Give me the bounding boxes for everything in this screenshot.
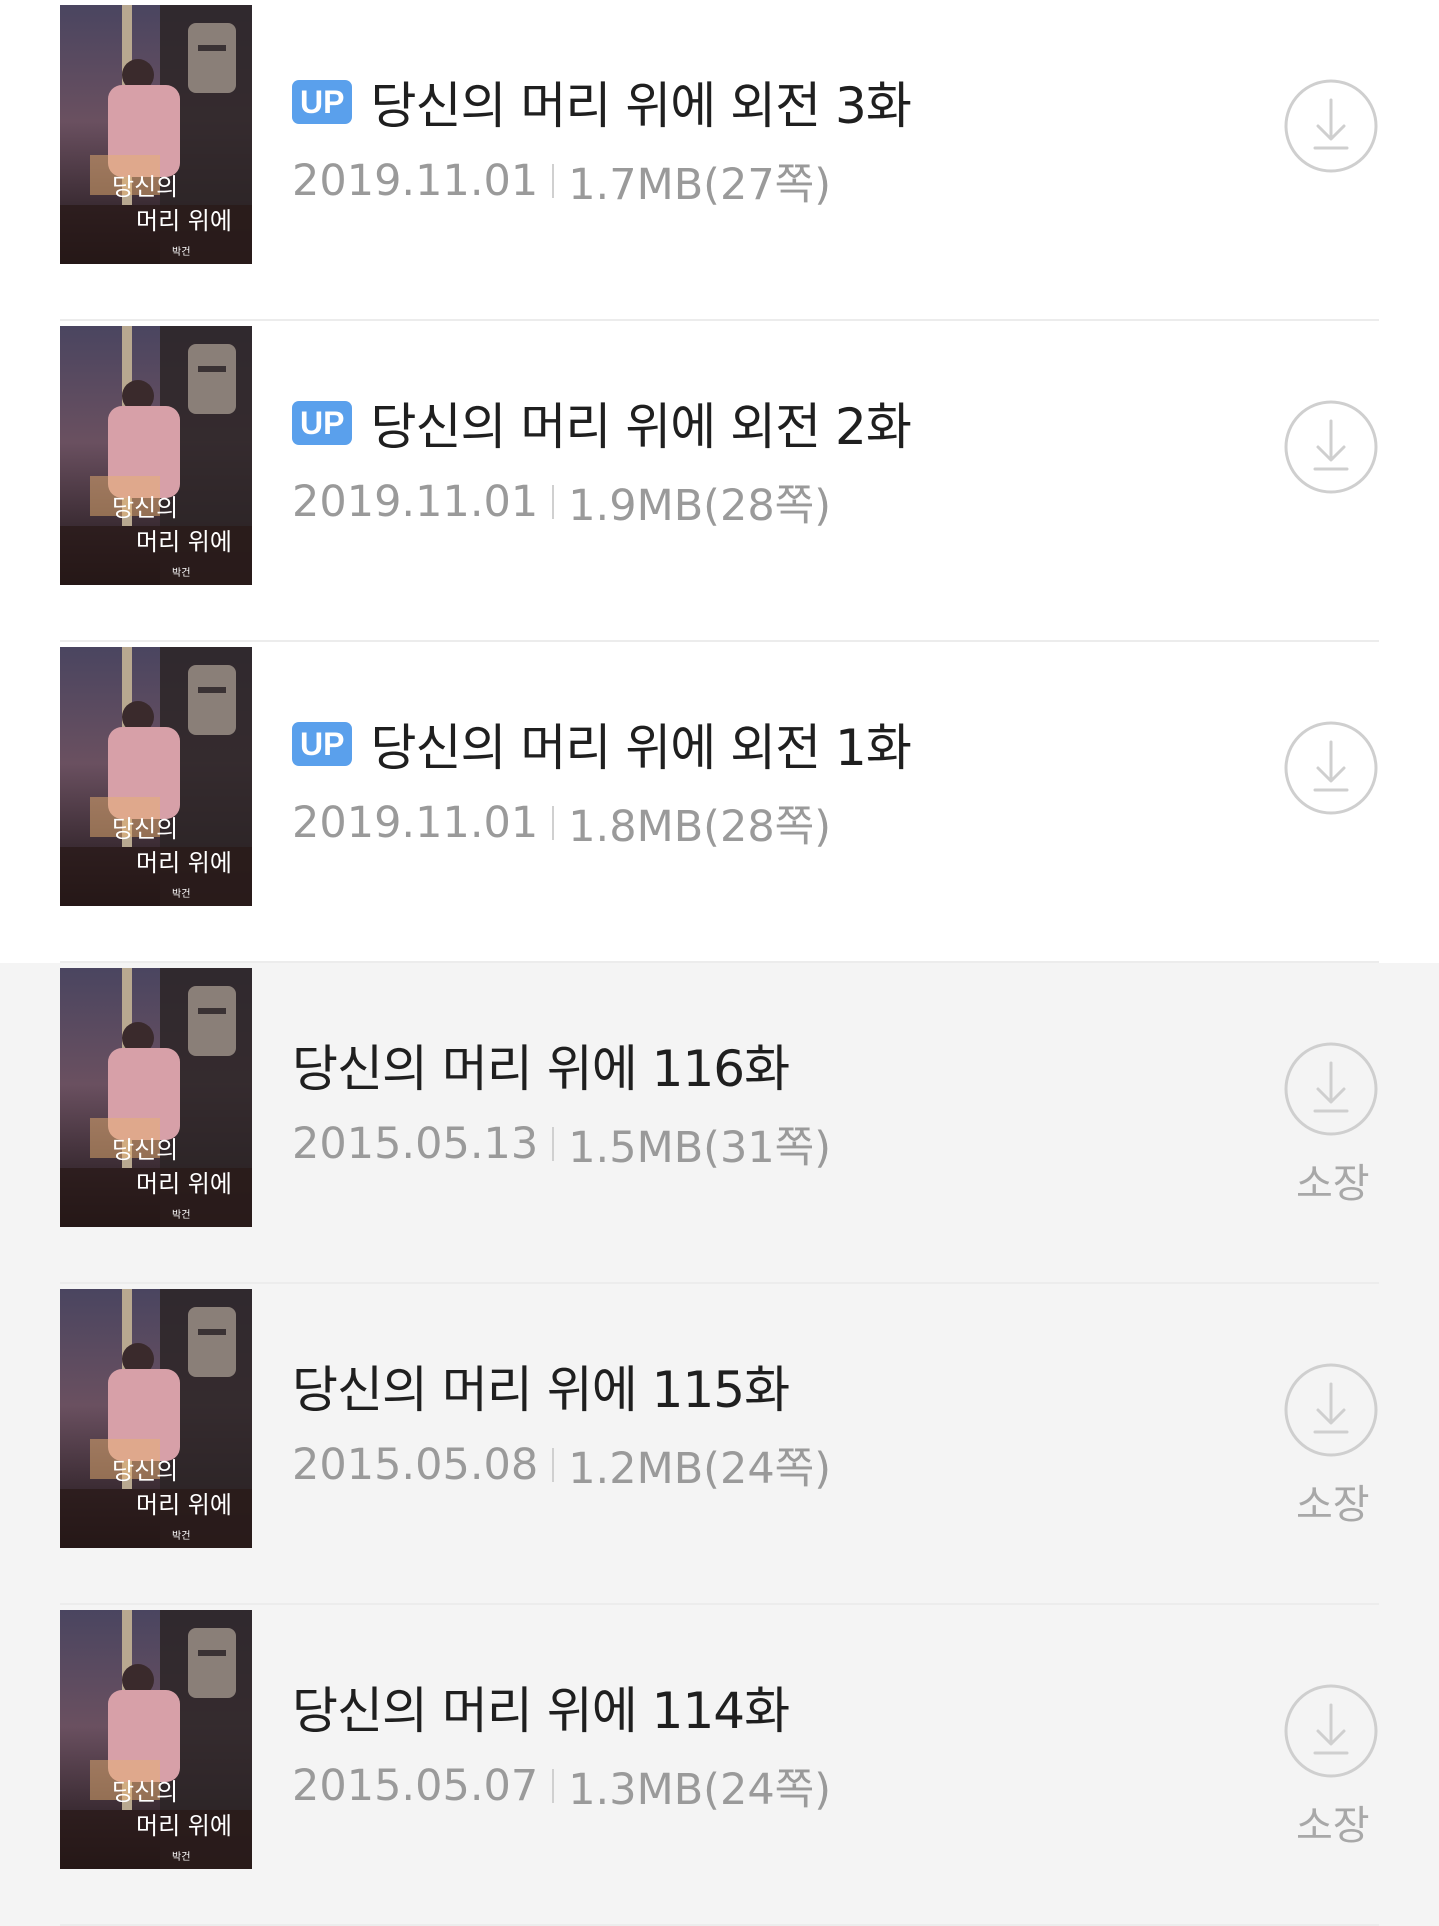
episode-date: 2019.11.01 bbox=[292, 156, 539, 206]
cover-author: 박건 bbox=[172, 246, 190, 258]
episode-title-line: UP 당신의 머리 위에 외전 1화 bbox=[292, 714, 912, 777]
download-button[interactable] bbox=[1283, 1683, 1379, 1779]
episode-title-line: UP 당신의 머리 위에 외전 2화 bbox=[292, 393, 912, 456]
episode-size: 1.2MB(24쪽) bbox=[568, 1444, 832, 1494]
episode-meta: 2019.11.01 1.9MB(28쪽) bbox=[292, 471, 831, 533]
cover-title-line2: 머리 위에 bbox=[136, 1170, 232, 1198]
download-button[interactable] bbox=[1283, 1362, 1379, 1458]
cover-author: 박건 bbox=[172, 1530, 190, 1542]
episode-title: 당신의 머리 위에 외전 1화 bbox=[370, 719, 911, 777]
episode-size: 1.7MB(27쪽) bbox=[568, 160, 832, 210]
episode-title-line: 당신의 머리 위에 115화 bbox=[292, 1356, 790, 1419]
download-arrow-circle-icon bbox=[1284, 721, 1378, 815]
download-button[interactable] bbox=[1283, 399, 1379, 495]
episode-row-3[interactable]: 당신의 머리 위에 박건 UP 당신의 머리 위에 외전 1화 2019.11.… bbox=[0, 642, 1439, 963]
episode-list: 당신의 머리 위에 박건 UP 당신의 머리 위에 외전 3화 2019.11.… bbox=[0, 0, 1439, 1926]
episode-date: 2015.05.07 bbox=[292, 1761, 539, 1811]
episode-row-6[interactable]: 당신의 머리 위에 박건 당신의 머리 위에 114화 2015.05.07 1… bbox=[0, 1605, 1439, 1926]
download-button[interactable] bbox=[1283, 720, 1379, 816]
meta-divider bbox=[552, 806, 555, 840]
download-button[interactable] bbox=[1283, 78, 1379, 174]
episode-meta: 2019.11.01 1.8MB(28쪽) bbox=[292, 792, 831, 854]
download-arrow-circle-icon bbox=[1284, 1042, 1378, 1136]
cover-title-line1: 당신의 bbox=[112, 173, 178, 201]
cover-title-line1: 당신의 bbox=[112, 494, 178, 522]
cover-author: 박건 bbox=[172, 1209, 190, 1221]
episode-row-5[interactable]: 당신의 머리 위에 박건 당신의 머리 위에 115화 2015.05.08 1… bbox=[0, 1284, 1439, 1605]
cover-title-line1: 당신의 bbox=[112, 815, 178, 843]
episode-title: 당신의 머리 위에 114화 bbox=[292, 1682, 790, 1740]
up-badge: UP bbox=[292, 722, 353, 766]
episode-title-line: 당신의 머리 위에 114화 bbox=[292, 1677, 790, 1740]
owned-status: 소장 bbox=[1296, 1482, 1370, 1528]
meta-divider bbox=[552, 164, 555, 198]
cover-author: 박건 bbox=[172, 567, 190, 579]
cover-thumbnail: 당신의 머리 위에 박건 bbox=[60, 647, 252, 906]
owned-status: 소장 bbox=[1296, 1803, 1370, 1849]
episode-size: 1.9MB(28쪽) bbox=[568, 481, 832, 531]
episode-title: 당신의 머리 위에 116화 bbox=[292, 1040, 790, 1098]
cover-title-line1: 당신의 bbox=[112, 1136, 178, 1164]
meta-divider bbox=[552, 1448, 555, 1482]
cover-title-line2: 머리 위에 bbox=[136, 528, 232, 556]
episode-meta: 2015.05.08 1.2MB(24쪽) bbox=[292, 1434, 831, 1496]
episode-size: 1.3MB(24쪽) bbox=[568, 1765, 832, 1815]
episode-meta: 2015.05.13 1.5MB(31쪽) bbox=[292, 1113, 831, 1175]
cover-title-line2: 머리 위에 bbox=[136, 1812, 232, 1840]
episode-date: 2019.11.01 bbox=[292, 798, 539, 848]
episode-title-line: UP 당신의 머리 위에 외전 3화 bbox=[292, 72, 912, 135]
episode-meta: 2015.05.07 1.3MB(24쪽) bbox=[292, 1755, 831, 1817]
episode-title: 당신의 머리 위에 외전 2화 bbox=[370, 398, 911, 456]
download-arrow-circle-icon bbox=[1284, 79, 1378, 173]
up-badge: UP bbox=[292, 401, 353, 445]
download-arrow-circle-icon bbox=[1284, 1363, 1378, 1457]
episode-title: 당신의 머리 위에 115화 bbox=[292, 1361, 790, 1419]
cover-thumbnail: 당신의 머리 위에 박건 bbox=[60, 326, 252, 585]
cover-thumbnail: 당신의 머리 위에 박건 bbox=[60, 5, 252, 264]
cover-title-line1: 당신의 bbox=[112, 1778, 178, 1806]
download-arrow-circle-icon bbox=[1284, 1684, 1378, 1778]
meta-divider bbox=[552, 1127, 555, 1161]
meta-divider bbox=[552, 485, 555, 519]
episode-row-4[interactable]: 당신의 머리 위에 박건 당신의 머리 위에 116화 2015.05.13 1… bbox=[0, 963, 1439, 1284]
meta-divider bbox=[552, 1769, 555, 1803]
cover-thumbnail: 당신의 머리 위에 박건 bbox=[60, 1289, 252, 1548]
cover-title-line2: 머리 위에 bbox=[136, 207, 232, 235]
episode-title: 당신의 머리 위에 외전 3화 bbox=[370, 77, 911, 135]
owned-status: 소장 bbox=[1296, 1161, 1370, 1207]
download-arrow-circle-icon bbox=[1284, 400, 1378, 494]
episode-size: 1.8MB(28쪽) bbox=[568, 802, 832, 852]
episode-date: 2019.11.01 bbox=[292, 477, 539, 527]
episode-date: 2015.05.08 bbox=[292, 1440, 539, 1490]
cover-title-line2: 머리 위에 bbox=[136, 1491, 232, 1519]
cover-thumbnail: 당신의 머리 위에 박건 bbox=[60, 1610, 252, 1869]
cover-author: 박건 bbox=[172, 1851, 190, 1863]
episode-row-1[interactable]: 당신의 머리 위에 박건 UP 당신의 머리 위에 외전 3화 2019.11.… bbox=[0, 0, 1439, 321]
cover-thumbnail: 당신의 머리 위에 박건 bbox=[60, 968, 252, 1227]
cover-title-line1: 당신의 bbox=[112, 1457, 178, 1485]
cover-title-line2: 머리 위에 bbox=[136, 849, 232, 877]
episode-date: 2015.05.13 bbox=[292, 1119, 539, 1169]
episode-title-line: 당신의 머리 위에 116화 bbox=[292, 1035, 790, 1098]
episode-row-2[interactable]: 당신의 머리 위에 박건 UP 당신의 머리 위에 외전 2화 2019.11.… bbox=[0, 321, 1439, 642]
cover-author: 박건 bbox=[172, 888, 190, 900]
episode-meta: 2019.11.01 1.7MB(27쪽) bbox=[292, 150, 831, 212]
up-badge: UP bbox=[292, 80, 353, 124]
episode-size: 1.5MB(31쪽) bbox=[568, 1123, 832, 1173]
download-button[interactable] bbox=[1283, 1041, 1379, 1137]
